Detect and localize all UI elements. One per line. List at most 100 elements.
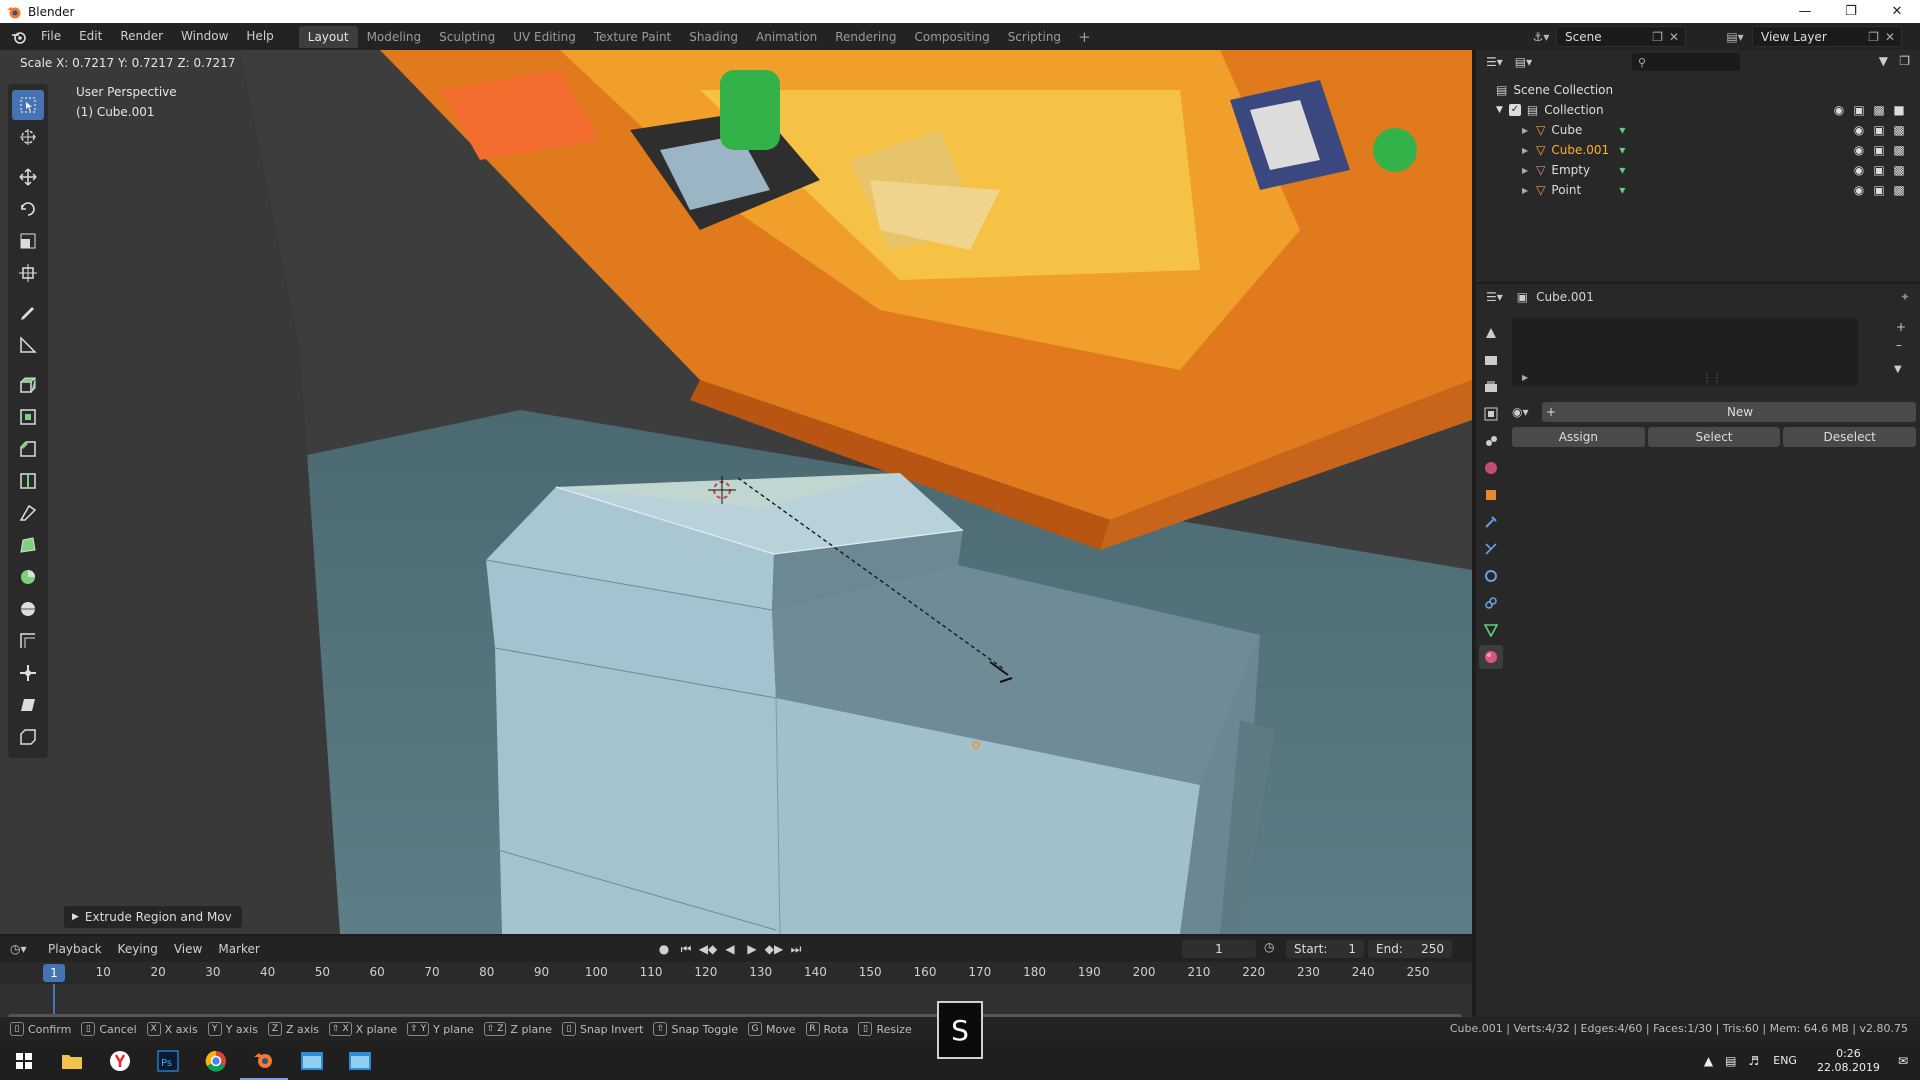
new-collection-icon[interactable]: ❐	[1899, 54, 1910, 68]
viewport-monitor-icon[interactable]: ▣	[1872, 163, 1886, 177]
object-data-icon[interactable]: ▾	[1619, 163, 1625, 177]
pin-icon[interactable]: ✦	[1900, 290, 1910, 304]
output-tab-icon[interactable]	[1479, 375, 1503, 399]
clock-icon[interactable]: ◷	[1264, 940, 1274, 954]
rotate-tool-icon[interactable]	[12, 194, 44, 224]
shear-tool-icon[interactable]	[12, 690, 44, 720]
timeline-menu-marker[interactable]: Marker	[210, 942, 267, 956]
tab-scripting[interactable]: Scripting	[999, 26, 1070, 48]
start-frame-field[interactable]: Start: 1	[1286, 940, 1364, 958]
constraints-tab-icon[interactable]	[1479, 591, 1503, 615]
holdout-icon[interactable]: ■	[1892, 103, 1906, 117]
jump-keyframe-back-icon[interactable]: ◀◆	[698, 940, 718, 958]
collapse-arrow-icon[interactable]: ▼	[1496, 105, 1503, 115]
remove-slot-icon[interactable]: –	[1896, 338, 1902, 352]
cursor-tool-icon[interactable]	[12, 122, 44, 152]
tab-layout[interactable]: Layout	[298, 25, 358, 48]
view-layer-icon[interactable]: ▤▾	[1720, 27, 1750, 47]
deselect-button[interactable]: Deselect	[1783, 427, 1917, 447]
render-camera-icon[interactable]: ▩	[1892, 143, 1906, 157]
yandex-browser-icon[interactable]	[96, 1041, 144, 1080]
particles-tab-icon[interactable]	[1479, 537, 1503, 561]
outliner-object-row[interactable]: ▶ ▽ Point ▾ ◉ ▣ ▩	[1476, 180, 1920, 200]
outliner-search-input[interactable]: ⚲	[1632, 53, 1740, 71]
material-slot-list[interactable]: ▶ ⋮⋮	[1512, 318, 1858, 386]
loop-cut-tool-icon[interactable]	[12, 466, 44, 496]
notifications-icon[interactable]: ✉	[1898, 1054, 1908, 1068]
tab-shading[interactable]: Shading	[680, 26, 747, 48]
expand-arrow-icon[interactable]: ▶	[1522, 146, 1528, 155]
volume-icon[interactable]: ♬	[1748, 1054, 1759, 1068]
duplicate-view-layer-icon[interactable]: ❐	[1868, 30, 1879, 44]
outliner-collection[interactable]: ▼ ✓ ▤ Collection ◉ ▣ ▩ ■	[1476, 100, 1920, 120]
scene-name-field[interactable]: Scene ❐ ✕	[1556, 26, 1686, 47]
visibility-eye-icon[interactable]: ◉	[1852, 143, 1866, 157]
taskbar-clock[interactable]: 0:26 22.08.2019	[1817, 1047, 1880, 1075]
list-resize-handle-icon[interactable]: ⋮⋮	[1702, 373, 1722, 384]
spin-tool-icon[interactable]	[12, 562, 44, 592]
expand-arrow-icon[interactable]: ▶	[1522, 166, 1528, 175]
outliner-object-row[interactable]: ▶ ▽ Empty ▾ ◉ ▣ ▩	[1476, 160, 1920, 180]
minimize-icon[interactable]: —	[1782, 0, 1828, 23]
scene-tab-icon[interactable]	[1479, 429, 1503, 453]
tab-sculpting[interactable]: Sculpting	[430, 26, 504, 48]
display-mode-icon[interactable]: ▤▾	[1515, 55, 1532, 69]
close-icon[interactable]: ✕	[1874, 0, 1920, 23]
scene-selector-icon[interactable]: ⚓▾	[1526, 27, 1556, 47]
view-layer-tab-icon[interactable]	[1479, 402, 1503, 426]
tab-rendering[interactable]: Rendering	[826, 26, 905, 48]
modifier-tab-icon[interactable]	[1479, 510, 1503, 534]
play-icon[interactable]: ▶	[742, 940, 762, 958]
select-button[interactable]: Select	[1647, 427, 1781, 447]
jump-start-icon[interactable]: ⏮	[676, 940, 696, 958]
visibility-eye-icon[interactable]: ◉	[1852, 183, 1866, 197]
blender-menu-icon[interactable]	[6, 27, 32, 47]
menu-render[interactable]: Render	[111, 23, 172, 50]
tool-tab-icon[interactable]	[1479, 321, 1503, 345]
last-operator-panel[interactable]: ▶ Extrude Region and Mov	[64, 906, 242, 928]
object-data-icon[interactable]: ▾	[1619, 143, 1625, 157]
app-window-icon-1[interactable]	[288, 1041, 336, 1080]
edge-slide-tool-icon[interactable]	[12, 626, 44, 656]
menu-help[interactable]: Help	[237, 23, 282, 50]
tab-texture-paint[interactable]: Texture Paint	[585, 26, 680, 48]
object-data-icon[interactable]: ▾	[1619, 183, 1625, 197]
object-tab-icon[interactable]	[1479, 483, 1503, 507]
render-camera-icon[interactable]: ▩	[1892, 183, 1906, 197]
slot-specials-icon[interactable]: ▼	[1894, 364, 1902, 375]
browse-material-icon[interactable]: ◉▾	[1512, 402, 1542, 422]
outliner-object-row[interactable]: ▶ ▽ Cube.001 ▾ ◉ ▣ ▩	[1476, 140, 1920, 160]
new-material-button[interactable]: + New	[1542, 402, 1916, 422]
render-tab-icon[interactable]	[1479, 348, 1503, 372]
menu-edit[interactable]: Edit	[70, 23, 111, 50]
material-tab-icon[interactable]	[1479, 645, 1503, 669]
smooth-tool-icon[interactable]	[12, 594, 44, 624]
file-explorer-icon[interactable]	[48, 1041, 96, 1080]
jump-keyframe-forward-icon[interactable]: ◆▶	[764, 940, 784, 958]
restore-icon[interactable]: ❐	[1828, 0, 1874, 23]
tray-expand-icon[interactable]: ▲	[1704, 1054, 1713, 1068]
playhead-frame-indicator[interactable]: 1	[43, 964, 65, 982]
viewport-monitor-icon[interactable]: ▣	[1872, 183, 1886, 197]
record-icon[interactable]: ●	[654, 940, 674, 958]
jump-end-icon[interactable]: ⏭	[786, 940, 806, 958]
world-tab-icon[interactable]	[1479, 456, 1503, 480]
add-slot-icon[interactable]: +	[1896, 320, 1906, 334]
scale-tool-icon[interactable]	[12, 226, 44, 256]
visibility-eye-icon[interactable]: ◉	[1832, 103, 1846, 117]
tab-uv-editing[interactable]: UV Editing	[504, 26, 585, 48]
end-frame-field[interactable]: End: 250	[1368, 940, 1452, 958]
play-reverse-icon[interactable]: ◀	[720, 940, 740, 958]
shrink-fatten-tool-icon[interactable]	[12, 658, 44, 688]
remove-view-layer-icon[interactable]: ✕	[1885, 30, 1895, 44]
extrude-tool-icon[interactable]	[12, 370, 44, 400]
physics-tab-icon[interactable]	[1479, 564, 1503, 588]
viewport-monitor-icon[interactable]: ▣	[1872, 143, 1886, 157]
network-icon[interactable]: ▤	[1725, 1054, 1736, 1068]
remove-scene-icon[interactable]: ✕	[1669, 30, 1679, 44]
photoshop-icon[interactable]: Ps	[144, 1041, 192, 1080]
viewport-monitor-icon[interactable]: ▣	[1852, 103, 1866, 117]
rip-tool-icon[interactable]	[12, 722, 44, 752]
filter-icon[interactable]: ▼	[1879, 54, 1888, 68]
windows-start-icon[interactable]	[0, 1041, 48, 1080]
